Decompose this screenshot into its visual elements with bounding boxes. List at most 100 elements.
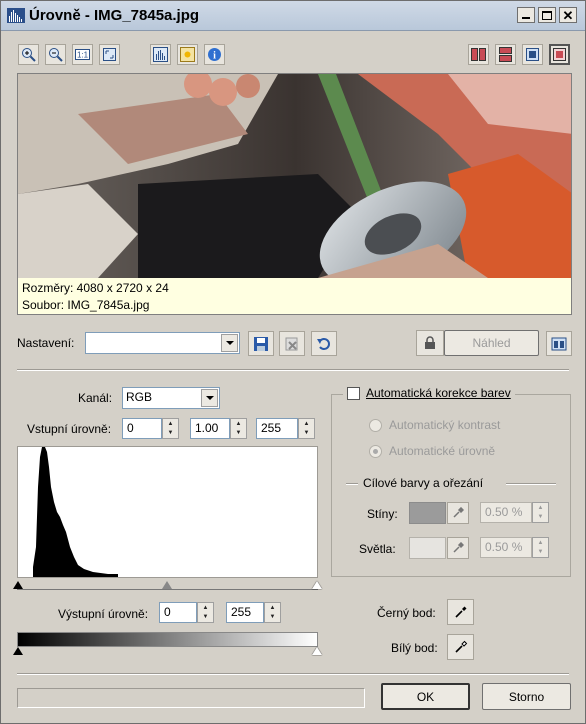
radio-dot-icon	[373, 449, 378, 454]
output-white-handle[interactable]	[312, 647, 322, 655]
black-point-eyedropper-button[interactable]	[447, 599, 474, 625]
spin-down-icon: ▼	[167, 429, 174, 436]
minimize-button[interactable]	[517, 7, 535, 23]
output-black-field[interactable]: 0	[159, 602, 197, 623]
spin-up-icon: ▲	[167, 420, 174, 427]
output-level-slider[interactable]	[13, 646, 322, 658]
image-preview[interactable]: Rozměry: 4080 x 2720 x 24 Soubor: IMG_78…	[17, 73, 572, 315]
progress-bar	[17, 688, 365, 708]
input-white-spinner[interactable]: ▲ ▼	[298, 418, 315, 439]
output-white-field[interactable]: 255	[226, 602, 264, 623]
lock-icon	[425, 336, 435, 349]
output-black-handle[interactable]	[13, 647, 23, 655]
histogram-app-icon	[7, 8, 25, 23]
image-filename: Soubor: IMG_7845a.jpg	[22, 298, 150, 312]
histogram-icon	[153, 47, 168, 62]
shadows-eyedropper-button[interactable]	[447, 502, 469, 524]
output-gradient-bar	[17, 632, 318, 647]
minimize-icon	[522, 17, 530, 19]
preview-photo	[18, 74, 571, 278]
input-gamma-field[interactable]: 1.00	[190, 418, 230, 439]
output-white-spinner[interactable]: ▲ ▼	[264, 602, 281, 623]
delete-settings-button[interactable]	[279, 331, 305, 356]
ok-button[interactable]: OK	[381, 683, 470, 710]
shadows-color-swatch[interactable]	[409, 502, 446, 524]
cancel-button[interactable]: Storno	[482, 683, 571, 710]
auto-levels-radio[interactable]	[369, 445, 382, 458]
histogram	[17, 446, 318, 578]
highlights-clip-spinner[interactable]: ▲ ▼	[532, 537, 549, 558]
actual-size-button[interactable]: 1:1	[72, 44, 93, 65]
window-title: Úrovně - IMG_7845a.jpg	[29, 7, 200, 24]
spin-down-icon: ▼	[303, 429, 310, 436]
spin-down-icon: ▼	[235, 429, 242, 436]
histogram-toggle-button[interactable]	[150, 44, 171, 65]
shadows-clip-spinner[interactable]: ▲ ▼	[532, 502, 549, 523]
white-point-eyedropper-button[interactable]	[447, 634, 474, 660]
highlights-label: Světla:	[359, 542, 396, 556]
save-icon	[254, 336, 268, 351]
input-black-field[interactable]: 0	[122, 418, 162, 439]
fit-to-window-button[interactable]	[99, 44, 120, 65]
split-vertical-view-button[interactable]	[468, 44, 489, 65]
single-view-icon	[526, 48, 539, 61]
output-black-spinner[interactable]: ▲ ▼	[197, 602, 214, 623]
spin-down-icon: ▼	[269, 613, 276, 620]
zoom-out-button[interactable]	[45, 44, 66, 65]
highlights-eyedropper-button[interactable]	[447, 537, 469, 559]
auto-levels-label[interactable]: Automatické úrovně	[389, 444, 495, 458]
single-view-button[interactable]	[522, 44, 543, 65]
group-divider-left	[346, 483, 358, 485]
auto-contrast-label[interactable]: Automatický kontrast	[389, 418, 500, 432]
auto-adjust-button[interactable]	[177, 44, 198, 65]
maximize-button[interactable]	[538, 7, 556, 23]
chevron-down-icon	[221, 334, 238, 352]
auto-correction-checkbox[interactable]	[347, 386, 360, 400]
input-black-handle[interactable]	[13, 581, 23, 589]
input-gamma-spinner[interactable]: ▲ ▼	[230, 418, 247, 439]
spin-up-icon: ▲	[537, 504, 544, 511]
save-settings-button[interactable]	[248, 331, 274, 356]
eyedropper-icon	[453, 507, 464, 518]
input-gamma-handle[interactable]	[162, 581, 172, 589]
eyedropper-icon	[453, 542, 464, 553]
group-divider-right	[506, 483, 556, 485]
input-level-slider[interactable]	[13, 579, 322, 591]
info-button[interactable]: i	[204, 44, 225, 65]
spin-up-icon: ▲	[537, 539, 544, 546]
close-icon: ✕	[562, 7, 574, 23]
preview-button[interactable]: Náhled	[444, 330, 539, 356]
shadows-clip-field[interactable]: 0.50 %	[480, 502, 532, 523]
layout-toggle-button[interactable]	[546, 331, 572, 356]
title-bar[interactable]: Úrovně - IMG_7845a.jpg ✕	[1, 1, 585, 31]
spin-up-icon: ▲	[303, 420, 310, 427]
one-to-one-icon: 1:1	[75, 49, 90, 60]
auto-contrast-radio[interactable]	[369, 419, 382, 432]
sun-icon	[180, 47, 195, 62]
channel-dropdown[interactable]: RGB	[122, 387, 220, 409]
split-horizontal-view-button[interactable]	[495, 44, 516, 65]
input-white-field[interactable]: 255	[256, 418, 298, 439]
lock-preview-button[interactable]	[416, 330, 444, 356]
highlights-color-swatch[interactable]	[409, 537, 446, 559]
auto-correction-label[interactable]: Automatická korekce barev	[366, 386, 511, 400]
divider	[17, 369, 569, 371]
settings-dropdown[interactable]	[85, 332, 240, 354]
spin-down-icon: ▼	[537, 548, 544, 555]
zoom-in-button[interactable]	[18, 44, 39, 65]
channel-value: RGB	[126, 390, 153, 404]
spin-down-icon: ▼	[537, 513, 544, 520]
undo-icon	[317, 337, 330, 350]
auto-correction-header: Automatická korekce barev	[343, 386, 515, 400]
svg-text:i: i	[213, 51, 216, 62]
reset-button[interactable]	[311, 331, 337, 356]
spin-up-icon: ▲	[202, 604, 209, 611]
image-info-panel: Rozměry: 4080 x 2720 x 24 Soubor: IMG_78…	[18, 278, 571, 314]
close-button[interactable]: ✕	[559, 7, 577, 23]
input-white-handle[interactable]	[312, 581, 322, 589]
histogram-plot	[33, 447, 118, 577]
target-colors-label: Cílové barvy a ořezání	[363, 476, 484, 490]
highlights-clip-field[interactable]: 0.50 %	[480, 537, 532, 558]
input-black-spinner[interactable]: ▲ ▼	[162, 418, 179, 439]
fullscreen-view-button[interactable]	[549, 44, 570, 65]
